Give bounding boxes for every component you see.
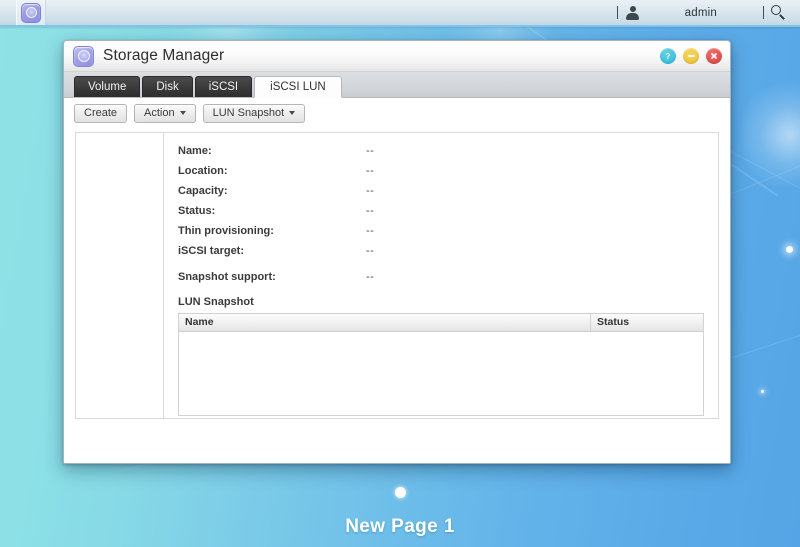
detail-value-capacity: -- (366, 185, 375, 197)
chevron-down-icon (179, 111, 186, 115)
lun-snapshot-table: Name Status (178, 313, 704, 416)
page-label: New Page 1 (345, 516, 455, 537)
detail-row: Capacity: -- (178, 185, 704, 197)
detail-row: Thin provisioning: -- (178, 225, 704, 237)
help-icon[interactable]: ? (660, 48, 676, 64)
close-icon[interactable] (706, 48, 722, 64)
tab-volume[interactable]: Volume (74, 76, 141, 97)
lun-snapshot-dropdown-button[interactable]: LUN Snapshot (202, 103, 306, 123)
detail-row: Location: -- (178, 165, 704, 177)
taskbar-divider (616, 6, 618, 19)
detail-label-thin-provisioning: Thin provisioning: (178, 225, 274, 237)
page-title: Storage Manager (103, 47, 225, 64)
action-dropdown-button[interactable]: Action (134, 103, 196, 123)
tab-iscsi[interactable]: iSCSI (194, 76, 253, 97)
page-indicator: New Page 1 (0, 485, 800, 538)
storage-manager-icon (73, 45, 94, 67)
chevron-down-icon (289, 111, 296, 115)
detail-value-thin-provisioning: -- (366, 225, 375, 237)
detail-value-name: -- (366, 145, 375, 157)
tab-iscsi-lun[interactable]: iSCSI LUN (254, 76, 342, 98)
detail-row: iSCSI target: -- (178, 245, 704, 257)
detail-row: Snapshot support: -- (178, 271, 704, 283)
app-launcher-button[interactable] (16, 0, 46, 25)
search-icon[interactable] (771, 5, 786, 20)
wallpaper-dot (761, 390, 764, 393)
action-button-label: Action (144, 107, 175, 119)
detail-label-name: Name: (178, 145, 212, 157)
tab-disk[interactable]: Disk (142, 76, 193, 97)
app-grid-icon (21, 2, 41, 23)
window-body: Name: -- Location: -- Capacity: -- Statu… (64, 128, 730, 463)
column-header-status[interactable]: Status (591, 314, 703, 331)
detail-value-location: -- (366, 165, 375, 177)
window-controls: ? (660, 48, 722, 64)
detail-label-location: Location: (178, 165, 228, 177)
page-dot[interactable] (394, 487, 406, 498)
window-titlebar[interactable]: Storage Manager ? (64, 41, 730, 72)
content-panes: Name: -- Location: -- Capacity: -- Statu… (75, 132, 719, 419)
detail-row: Status: -- (178, 205, 704, 217)
lun-snapshot-section-title: LUN Snapshot (178, 296, 254, 308)
table-header-row: Name Status (179, 314, 703, 332)
create-button-label: Create (84, 107, 118, 119)
detail-label-capacity: Capacity: (178, 185, 228, 197)
tab-strip: Volume Disk iSCSI iSCSI LUN (64, 72, 730, 98)
lun-detail-pane: Name: -- Location: -- Capacity: -- Statu… (164, 133, 718, 418)
taskbar-right-group: admin (616, 0, 800, 25)
storage-manager-window: Storage Manager ? Volume Disk iSCSI iSCS… (63, 40, 731, 464)
detail-value-status: -- (366, 205, 375, 217)
detail-label-iscsi-target: iSCSI target: (178, 245, 245, 257)
wallpaper-dot (786, 246, 793, 253)
username-label: admin (684, 6, 717, 19)
desktop: admin Storage Manager ? Volume Disk iSCS… (0, 0, 800, 547)
wallpaper-glow (735, 80, 800, 190)
top-taskbar: admin (0, 0, 800, 27)
detail-value-snapshot-support: -- (366, 271, 375, 283)
action-toolbar: Create Action LUN Snapshot (64, 98, 730, 128)
detail-row: Name: -- (178, 145, 704, 157)
create-button[interactable]: Create (74, 103, 128, 123)
table-body-empty (179, 332, 703, 415)
minimize-icon[interactable] (683, 48, 699, 64)
lun-snapshot-button-label: LUN Snapshot (212, 107, 285, 119)
detail-label-snapshot-support: Snapshot support: (178, 271, 276, 283)
user-icon[interactable] (625, 5, 641, 21)
detail-value-iscsi-target: -- (366, 245, 375, 257)
taskbar-divider (763, 6, 764, 19)
detail-label-status: Status: (178, 205, 216, 217)
svg-text:?: ? (666, 52, 671, 61)
lun-list-pane[interactable] (76, 133, 164, 418)
column-header-name[interactable]: Name (179, 314, 591, 331)
